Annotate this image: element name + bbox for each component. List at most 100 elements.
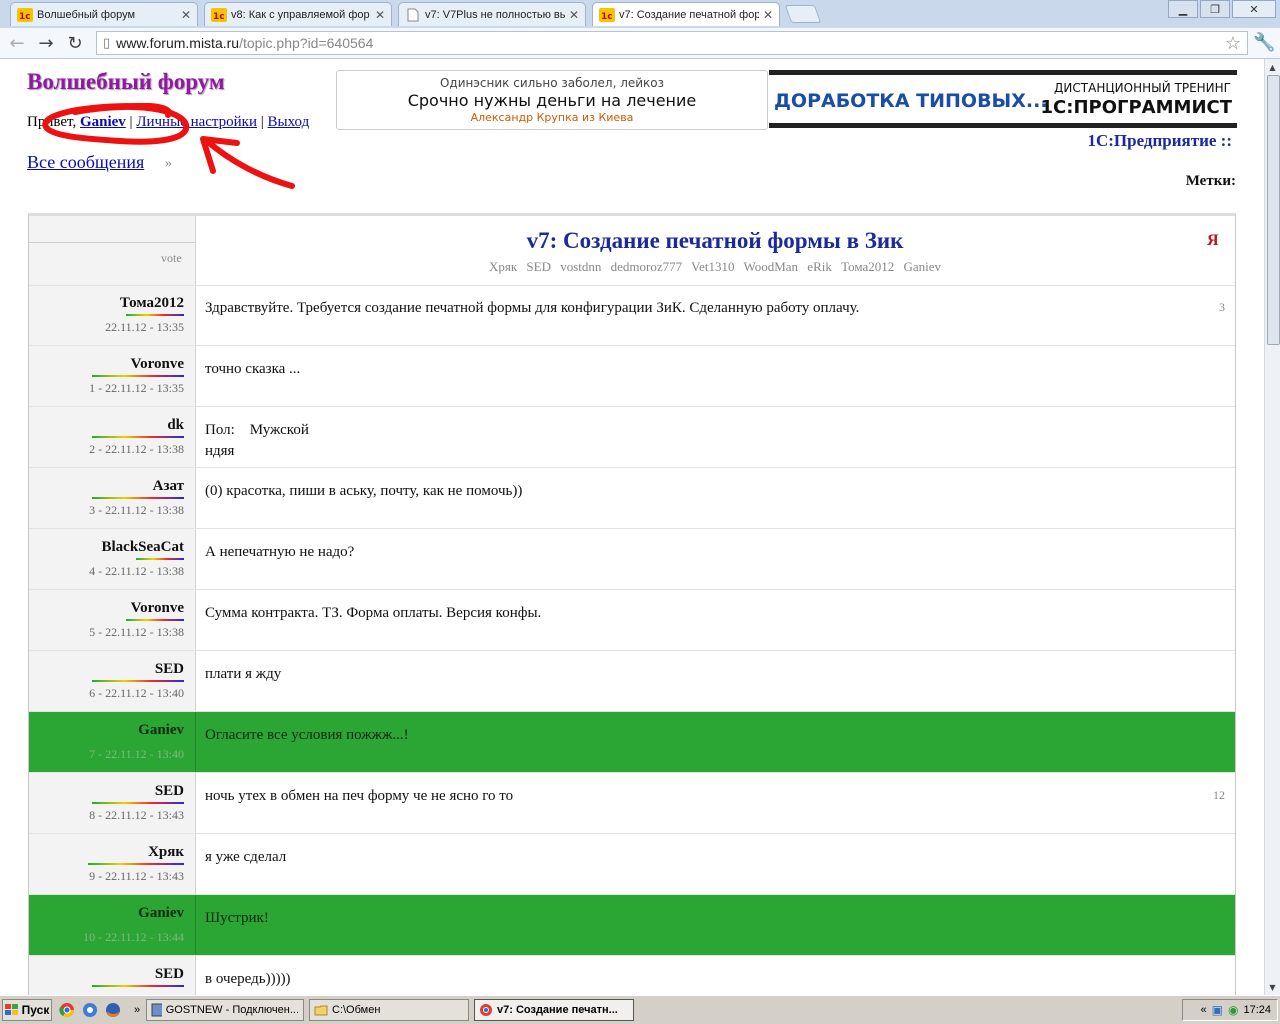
ad-banner-training[interactable]: ДОРАБОТКА ТИПОВЫХ... ДИСТАНЦИОННЫЙ ТРЕНИ… (769, 70, 1237, 128)
bookmark-star-icon[interactable]: ☆ (1225, 33, 1241, 54)
reload-icon[interactable]: ↻ (64, 32, 86, 54)
start-button[interactable]: Пуск (2, 999, 52, 1021)
author-rating-bar (136, 558, 184, 560)
close-tab-icon[interactable]: ✕ (763, 8, 773, 22)
address-bar[interactable]: ▯ www.forum.mista.ru/topic.php?id=640564… (96, 31, 1248, 55)
post-author[interactable]: Voronve (131, 600, 184, 617)
maximize-icon[interactable]: ❐ (1200, 0, 1230, 18)
tab-magic-forum[interactable]: 1c Волшебный форум ✕ (10, 2, 198, 26)
forum-title[interactable]: Волшебный форум (27, 69, 225, 95)
post-author[interactable]: Тома2012 (120, 295, 184, 312)
post-text-line: в очередь))))) (205, 971, 291, 987)
post-meta[interactable]: 3 - 22.11.12 - 13:38 (89, 503, 184, 518)
post-text-line: ночь утех в обмен на печ форму че не ясн… (205, 788, 514, 804)
post-text-line: я уже сделал (205, 849, 287, 865)
ad-headline: ДОРАБОТКА ТИПОВЫХ... (774, 90, 1048, 112)
post-author[interactable]: SED (155, 783, 184, 800)
scroll-down-icon[interactable]: ▼ (1267, 981, 1278, 993)
minimize-icon[interactable]: ▁ (1168, 0, 1198, 18)
post-text-line: Пол: Мужской (205, 422, 309, 438)
post-author[interactable]: Азат (153, 478, 184, 495)
post-text-line: (0) красотка, пиши в аську, почту, как н… (205, 483, 523, 499)
forward-icon[interactable]: → (35, 32, 57, 54)
post-author[interactable]: Хряк (148, 844, 184, 861)
post-meta[interactable]: 2 - 22.11.12 - 13:38 (89, 442, 184, 457)
windows-logo-icon (4, 1004, 18, 1015)
personal-settings-link[interactable]: Личные настройки (136, 114, 257, 130)
start-label: Пуск (21, 1003, 50, 1017)
enterprise-section-link[interactable]: 1С:Предприятие :: (1087, 131, 1232, 151)
back-icon[interactable]: ← (6, 32, 28, 54)
post-text: (0) красотка, пиши в аську, почту, как н… (205, 481, 522, 502)
windows-taskbar: Пуск » GOSTNEW - Подключен... C:\Обмен v… (0, 995, 1280, 1024)
taskbar-item-gostnew[interactable]: GOSTNEW - Подключен... (146, 999, 304, 1021)
highlight-fill (29, 895, 196, 955)
logout-link[interactable]: Выход (268, 114, 310, 130)
all-messages-link[interactable]: Все сообщения (27, 152, 144, 173)
address-host: www.forum.mista.ru (116, 35, 240, 51)
post-reply-count[interactable]: 3 (1219, 300, 1225, 315)
post-author[interactable]: dk (167, 417, 184, 434)
annotation-arrow-head (200, 136, 240, 174)
post-meta[interactable]: 22.11.12 - 13:35 (105, 320, 184, 335)
separator: | (129, 114, 133, 130)
post-text-line: Огласите все условия пожжж...! (205, 727, 409, 743)
post-text-line: Шустрик! (205, 910, 269, 926)
post-meta[interactable]: 9 - 22.11.12 - 13:43 (89, 869, 184, 884)
highlight-fill (29, 712, 196, 772)
post-author[interactable]: SED (155, 966, 184, 983)
wrench-menu-icon[interactable]: 🔧 (1253, 32, 1275, 53)
ad-banner-donation[interactable]: Одинэсник сильно заболел, лейкоз Срочно … (336, 70, 768, 130)
yandex-icon[interactable]: Я (1207, 232, 1219, 250)
firefox-quicklaunch-icon[interactable] (104, 1001, 122, 1019)
vote-label[interactable]: vote (161, 251, 182, 266)
post-text: Шустрик! (205, 908, 269, 929)
post-author[interactable]: Voronve (131, 356, 184, 373)
taskbar-label: v7: Создание печатн... (497, 1004, 618, 1016)
quicklaunch-more-icon[interactable]: » (128, 1001, 146, 1019)
browser-quicklaunch-icon[interactable] (81, 1001, 99, 1019)
post-meta[interactable]: 5 - 22.11.12 - 13:38 (89, 625, 184, 640)
page-scrollbar[interactable]: ▲ ▼ (1264, 59, 1280, 995)
post-meta[interactable]: 7 - 22.11.12 - 13:40 (89, 747, 184, 762)
post-text: Сумма контракта. ТЗ. Форма оплаты. Верси… (205, 603, 541, 624)
close-window-icon[interactable]: ✕ (1232, 0, 1276, 18)
author-rating-bar (126, 619, 184, 621)
ad-subtitle: ДИСТАНЦИОННЫЙ ТРЕНИНГ (1054, 81, 1231, 95)
post-text-line: точно сказка ... (205, 361, 301, 377)
taskbar-item-chrome[interactable]: v7: Создание печатн... (474, 999, 634, 1021)
chrome-quicklaunch-icon[interactable] (58, 1001, 76, 1019)
post-author[interactable]: Ganiev (138, 905, 184, 922)
scroll-thumb[interactable] (1267, 75, 1280, 345)
tab-v8-managed[interactable]: 1c v8: Как с управляемой фор ✕ (204, 2, 392, 26)
security-icon[interactable]: ◉ (1228, 1003, 1238, 1017)
taskbar-item-folder[interactable]: C:\Обмен (309, 999, 469, 1021)
post-author[interactable]: Ganiev (138, 722, 184, 739)
close-tab-icon[interactable]: ✕ (181, 8, 191, 22)
browser-toolbar: ← → ↻ ▯ www.forum.mista.ru/topic.php?id=… (0, 28, 1280, 59)
tab-current-topic[interactable]: 1c v7: Создание печатной фор ✕ (592, 2, 780, 26)
post-row: BlackSeaCat 4 - 22.11.12 - 13:38 А непечат… (29, 529, 1235, 590)
tray-expand-icon[interactable]: « (1201, 1004, 1207, 1016)
new-tab-button[interactable] (784, 5, 822, 23)
post-row: Voronve 1 - 22.11.12 - 13:35 точно сказка … (29, 346, 1235, 407)
clock[interactable]: 17:24 (1243, 1004, 1271, 1016)
scroll-up-icon[interactable]: ▲ (1267, 61, 1278, 73)
tab-v7plus[interactable]: v7: V7Plus не полностью вы ✕ (398, 2, 586, 26)
close-tab-icon[interactable]: ✕ (569, 8, 579, 22)
post-meta[interactable]: 8 - 22.11.12 - 13:43 (89, 808, 184, 823)
post-meta[interactable]: 6 - 22.11.12 - 13:40 (89, 686, 184, 701)
1c-favicon-icon: 1c (211, 7, 227, 22)
post-text-line: Сумма контракта. ТЗ. Форма оплаты. Верси… (205, 605, 542, 621)
close-tab-icon[interactable]: ✕ (375, 8, 385, 22)
svg-text:1c: 1c (19, 12, 31, 22)
post-author[interactable]: SED (155, 661, 184, 678)
post-meta[interactable]: 1 - 22.11.12 - 13:35 (89, 381, 184, 396)
username-link[interactable]: Ganiev (80, 114, 126, 130)
post-meta[interactable]: 10 - 22.11.12 - 13:44 (83, 930, 184, 945)
post-text-line: плати я жду (205, 666, 282, 682)
post-meta[interactable]: 4 - 22.11.12 - 13:38 (89, 564, 184, 579)
post-reply-count[interactable]: 12 (1213, 788, 1225, 803)
post-author[interactable]: BlackSeaCat (102, 539, 185, 556)
network-icon[interactable]: ▣ (1212, 1003, 1223, 1017)
